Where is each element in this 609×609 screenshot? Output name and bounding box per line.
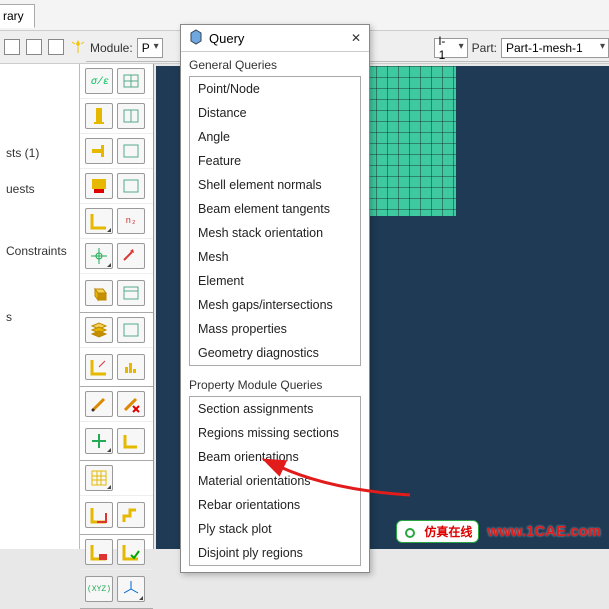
list-general: Point/Node Distance Angle Feature Shell … [189,76,361,366]
query-mesh-stack[interactable]: Mesh stack orientation [190,221,360,245]
sketch-icon[interactable] [85,173,113,199]
watermark-area: 仿真在线 www.1CAE.com [396,520,601,543]
arrow-grid-icon[interactable] [117,243,145,269]
query-ply-stack-plot[interactable]: Ply stack plot [190,517,360,541]
triad-icon[interactable] [117,576,145,602]
offset-l-icon[interactable] [85,502,113,528]
table-icon[interactable] [117,68,145,94]
query-element[interactable]: Element [190,269,360,293]
tree-item[interactable]: sts (1) [6,146,75,160]
model-dropdown[interactable]: l-1 [434,38,468,58]
pencil-icon[interactable] [85,391,113,417]
list-property: Section assignments Regions missing sect… [189,396,361,566]
file-icon-2[interactable] [26,39,42,55]
query-feature[interactable]: Feature [190,149,360,173]
model-tree-panel: sts (1) uests Constraints s [0,64,80,549]
close-icon[interactable]: ✕ [349,31,363,45]
group-general: General Queries Point/Node Distance Angl… [181,52,369,372]
query-section-assign[interactable]: Section assignments [190,397,360,421]
query-regions-missing[interactable]: Regions missing sections [190,421,360,445]
xyz-icon[interactable]: (XYZ) [85,576,113,602]
sketch-table-icon[interactable] [117,173,145,199]
stress-icon[interactable]: σ/ε [85,68,113,94]
query-beam-tangents[interactable]: Beam element tangents [190,197,360,221]
angle-l-icon[interactable] [117,428,145,454]
table-column-icon[interactable] [117,103,145,129]
stair-icon[interactable] [117,502,145,528]
module-label: Module: [90,41,133,55]
popup-title: Query [209,31,244,46]
group-property: Property Module Queries Section assignme… [181,372,369,572]
l-measure-icon[interactable] [85,539,113,565]
popup-titlebar: Query ✕ [181,25,369,52]
group-label-general: General Queries [189,58,361,72]
query-shell-normals[interactable]: Shell element normals [190,173,360,197]
grid-icon[interactable] [85,465,113,491]
watermark-url: www.1CAE.com [487,523,601,540]
plus-icon[interactable] [85,428,113,454]
table-layers-icon[interactable] [117,317,145,343]
l-check-icon[interactable] [117,539,145,565]
query-popup: Query ✕ General Queries Point/Node Dista… [180,24,370,573]
module-dropdown[interactable]: P [137,38,163,58]
pencil-x-icon[interactable] [117,391,145,417]
crosshair-icon[interactable] [85,243,113,269]
tree-item[interactable]: s [6,310,75,324]
part-label: Part: [472,41,497,55]
file-icon-1[interactable] [4,39,20,55]
watermark-bubble: 仿真在线 [396,520,479,543]
svg-text:σ/ε: σ/ε [91,76,109,88]
library-tab[interactable]: rary [0,4,35,28]
query-mass-props[interactable]: Mass properties [190,317,360,341]
query-mesh[interactable]: Mesh [190,245,360,269]
query-mesh-gaps[interactable]: Mesh gaps/intersections [190,293,360,317]
query-beam-orient[interactable]: Beam orientations [190,445,360,469]
frame-icon[interactable] [85,208,113,234]
beam-icon[interactable] [85,138,113,164]
query-distance[interactable]: Distance [190,101,360,125]
query-icon [187,29,205,47]
cube-icon[interactable] [85,280,113,306]
tree-item[interactable]: Constraints [6,244,75,258]
lamp-icon[interactable] [70,39,86,55]
file-icon-3[interactable] [48,39,64,55]
query-geom-diag[interactable]: Geometry diagnostics [190,341,360,365]
bars-mini-icon[interactable] [117,354,145,380]
group-label-property: Property Module Queries [189,378,361,392]
layers-icon[interactable] [85,317,113,343]
part-dropdown[interactable]: Part-1-mesh-1 [501,38,609,58]
tree-item[interactable]: uests [6,182,75,196]
column-icon[interactable] [85,103,113,129]
query-angle[interactable]: Angle [190,125,360,149]
toolbox-panel: σ/ε n₂ [80,64,154,549]
query-rebar-orient[interactable]: Rebar orientations [190,493,360,517]
axis-icon[interactable]: n₂ [117,208,145,234]
table-beam-icon[interactable] [117,138,145,164]
query-point-node[interactable]: Point/Node [190,77,360,101]
move-l-icon[interactable] [85,354,113,380]
query-material-orient[interactable]: Material orientations [190,469,360,493]
query-disjoint-ply[interactable]: Disjoint ply regions [190,541,360,565]
table-blue-icon[interactable] [117,280,145,306]
